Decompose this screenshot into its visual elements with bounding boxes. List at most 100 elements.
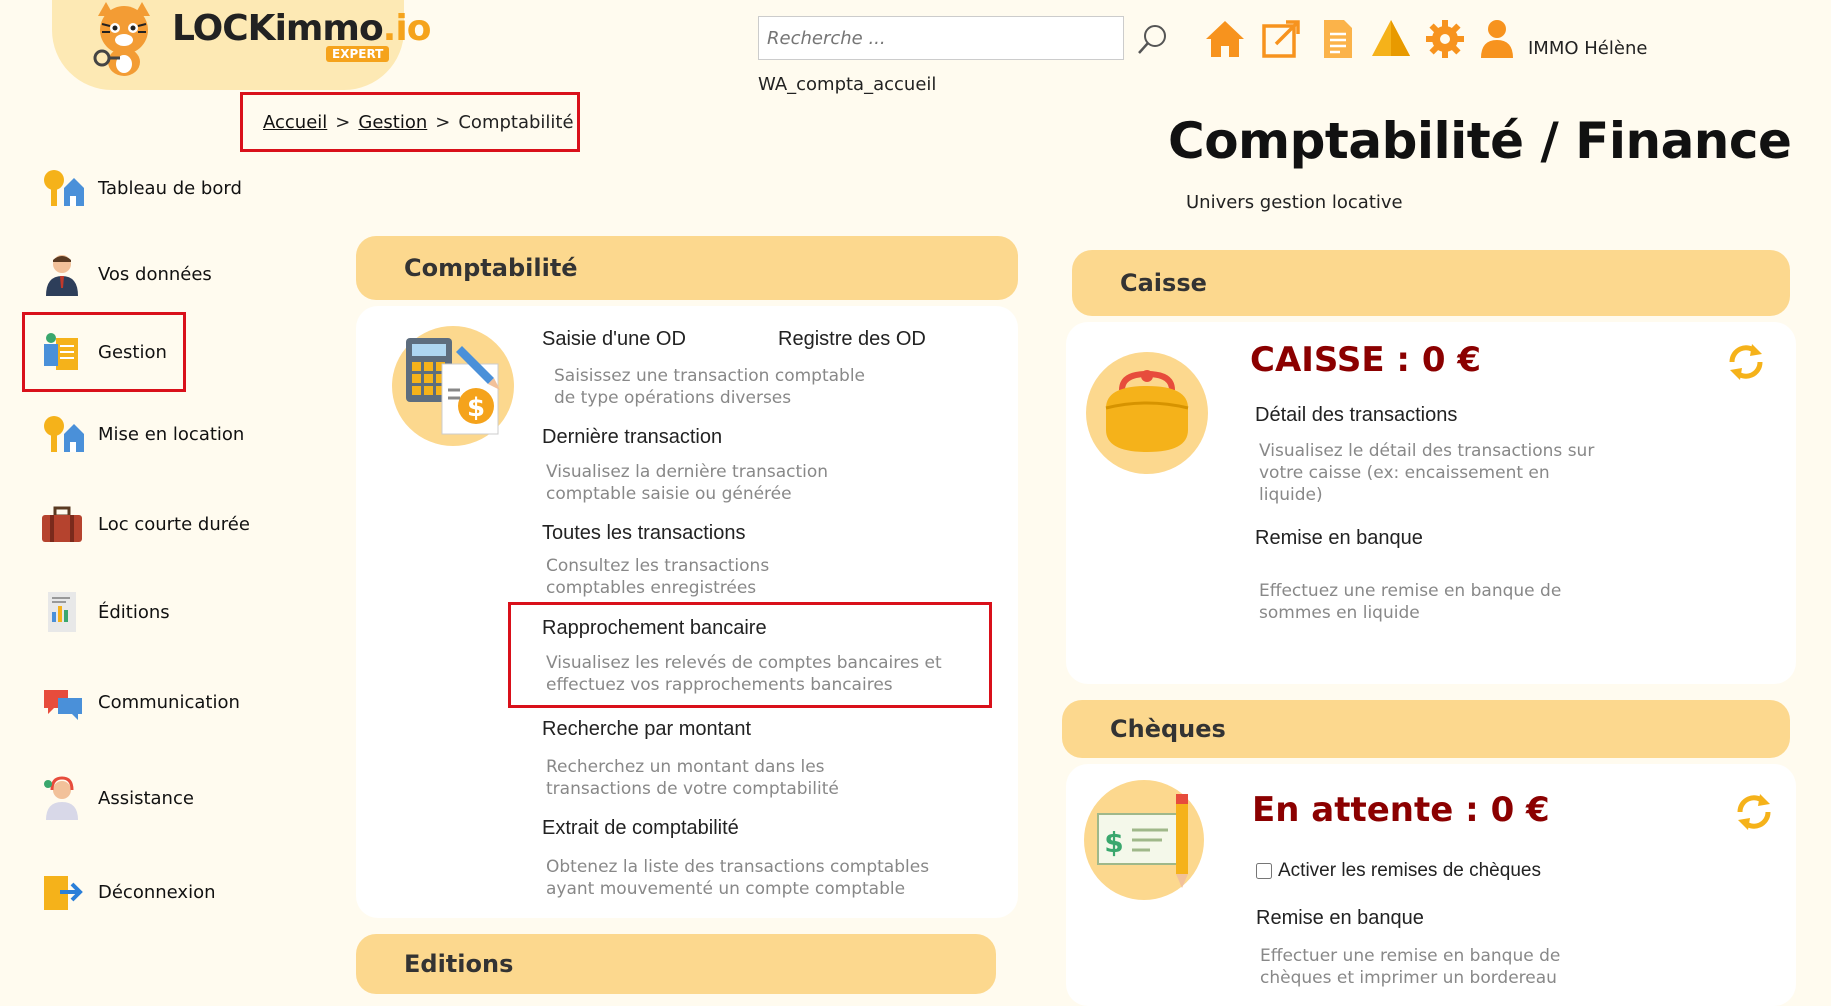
page-code: WA_compta_accueil (758, 74, 937, 95)
desc-line: transactions de votre comptabilité (546, 779, 839, 799)
remise-banque-cheques-desc: Effectuer une remise en banque de chèque… (1260, 945, 1560, 989)
activer-remises-cheques-option[interactable]: Activer les remises de chèques (1256, 860, 1541, 882)
home-icon[interactable] (1204, 18, 1246, 60)
editions-panel-header: Editions (356, 934, 996, 994)
derniere-transaction-desc: Visualisez la dernière transaction compt… (546, 461, 828, 505)
page-subtitle: Univers gestion locative (1186, 192, 1403, 213)
desc-line: Visualisez la dernière transaction (546, 462, 829, 482)
toutes-transactions-link[interactable]: Toutes les transactions (542, 522, 745, 545)
desc-line: ayant mouvementé un compte comptable (546, 879, 906, 899)
desc-line: effectuez vos rapprochements bancaires (546, 675, 893, 695)
desc-line: liquide) (1259, 485, 1323, 505)
svg-text:$: $ (1104, 826, 1123, 859)
sidebar-item-label: Éditions (98, 601, 170, 623)
suitcase-icon (42, 506, 82, 542)
cheques-panel-header: Chèques (1062, 700, 1790, 758)
breadcrumb-current: Comptabilité (458, 111, 574, 133)
desc-line: chèques et imprimer un bordereau (1260, 968, 1557, 988)
user-icon[interactable] (1476, 18, 1518, 60)
page-title: Comptabilité / Finance (1168, 112, 1792, 170)
alert-triangle-icon[interactable] (1370, 18, 1412, 60)
recherche-montant-desc: Recherchez un montant dans les transacti… (546, 756, 839, 800)
refresh-icon[interactable] (1734, 792, 1774, 832)
extrait-comptabilite-desc: Obtenez la liste des transactions compta… (546, 856, 929, 900)
desc-line: Effectuez une remise en banque de (1259, 581, 1562, 601)
brand-logo[interactable]: LOCKimmo.io (172, 8, 432, 49)
brand-suffix: .io (382, 8, 432, 49)
sidebar-item-label: Déconnexion (98, 881, 216, 903)
highlight-box (22, 312, 186, 392)
saisie-od-desc: Saisissez une transaction comptable de t… (554, 365, 865, 409)
svg-text:$: $ (467, 393, 485, 423)
calculator-money-icon: $ (406, 338, 500, 435)
desc-line: votre caisse (ex: encaissement en (1259, 463, 1550, 483)
sidebar-item-label: Vos données (98, 263, 212, 285)
recherche-montant-link[interactable]: Recherche par montant (542, 718, 751, 741)
desc-line: comptables enregistrées (546, 578, 757, 598)
desc-line: Obtenez la liste des transactions compta… (546, 857, 930, 877)
registre-od-link[interactable]: Registre des OD (778, 328, 926, 351)
sidebar-item-editions[interactable]: Éditions (40, 582, 270, 642)
detail-transactions-desc: Visualisez le détail des transactions su… (1259, 440, 1594, 506)
saisie-od-link[interactable]: Saisie d'une OD (542, 328, 686, 351)
desc-line: de type opérations diverses (554, 388, 792, 408)
sidebar-item-assistance[interactable]: Assistance (40, 768, 270, 828)
logout-icon (44, 876, 83, 910)
remise-banque-caisse-link[interactable]: Remise en banque (1255, 527, 1423, 550)
user-name[interactable]: IMMO Hélène (1528, 38, 1647, 59)
search-icon[interactable] (1136, 22, 1170, 56)
rapprochement-bancaire-link[interactable]: Rapprochement bancaire (542, 617, 767, 640)
sidebar-item-label: Assistance (98, 787, 194, 809)
sidebar-item-deconnexion[interactable]: Déconnexion (40, 862, 270, 922)
report-icon (48, 592, 76, 632)
desc-line: Visualisez les relevés de comptes bancai… (546, 653, 942, 673)
desc-line: Visualisez le détail des transactions su… (1259, 441, 1595, 461)
derniere-transaction-link[interactable]: Dernière transaction (542, 426, 722, 449)
brand-name: LOCKimmo (172, 8, 384, 49)
cat-mascot-icon (93, 2, 150, 76)
caisse-amount: CAISSE : 0 € (1250, 340, 1482, 380)
breadcrumb-separator: > (435, 111, 451, 133)
desc-line: sommes en liquide (1259, 603, 1420, 623)
toutes-transactions-desc: Consultez les transactions comptables en… (546, 555, 769, 599)
detail-transactions-link[interactable]: Détail des transactions (1255, 404, 1457, 427)
compta-panel-header: Comptabilité (356, 236, 1018, 300)
compta-panel-title: Comptabilité (404, 254, 578, 282)
sidebar-item-label: Loc courte durée (98, 513, 250, 535)
rental-key-house-icon (44, 416, 84, 452)
settings-gear-icon[interactable] (1424, 18, 1466, 60)
edit-external-icon[interactable] (1260, 18, 1302, 60)
desc-line: Saisissez une transaction comptable (554, 366, 866, 386)
activer-remises-checkbox[interactable] (1256, 863, 1272, 879)
cheque-pencil-icon: $ (1097, 794, 1188, 888)
sidebar-item-label: Tableau de bord (98, 177, 242, 199)
breadcrumb-accueil-link[interactable]: Accueil (263, 112, 327, 133)
breadcrumb-separator: > (335, 111, 351, 133)
document-icon[interactable] (1316, 18, 1358, 60)
desc-line: Effectuer une remise en banque de (1260, 946, 1561, 966)
support-agent-icon (44, 776, 78, 820)
activer-remises-label[interactable]: Activer les remises de chèques (1278, 860, 1541, 882)
editions-panel-title: Editions (404, 950, 514, 978)
desc-line: Recherchez un montant dans les (546, 757, 825, 777)
desc-line: comptable saisie ou générée (546, 484, 792, 504)
sidebar-item-loc-courte-duree[interactable]: Loc courte durée (40, 494, 270, 554)
breadcrumb: Accueil > Gestion > Comptabilité (240, 92, 580, 152)
remise-banque-cheques-link[interactable]: Remise en banque (1256, 907, 1424, 930)
desc-line: Consultez les transactions (546, 556, 770, 576)
purse-icon (1105, 370, 1189, 452)
refresh-icon[interactable] (1726, 342, 1766, 382)
search-input[interactable] (758, 16, 1124, 60)
chat-bubbles-icon (44, 690, 82, 720)
sidebar-item-tableau-de-bord[interactable]: Tableau de bord (40, 158, 270, 218)
cheques-amount: En attente : 0 € (1252, 790, 1550, 830)
extrait-comptabilite-link[interactable]: Extrait de comptabilité (542, 817, 739, 840)
caisse-panel-title: Caisse (1120, 269, 1207, 297)
sidebar-item-vos-donnees[interactable]: Vos données (40, 244, 270, 304)
rapprochement-bancaire-desc: Visualisez les relevés de comptes bancai… (546, 652, 942, 696)
sidebar-item-communication[interactable]: Communication (40, 672, 270, 732)
caisse-panel-header: Caisse (1072, 250, 1790, 316)
breadcrumb-gestion-link[interactable]: Gestion (358, 112, 427, 133)
sidebar-item-mise-en-location[interactable]: Mise en location (40, 404, 270, 464)
sidebar-item-label: Communication (98, 691, 240, 713)
